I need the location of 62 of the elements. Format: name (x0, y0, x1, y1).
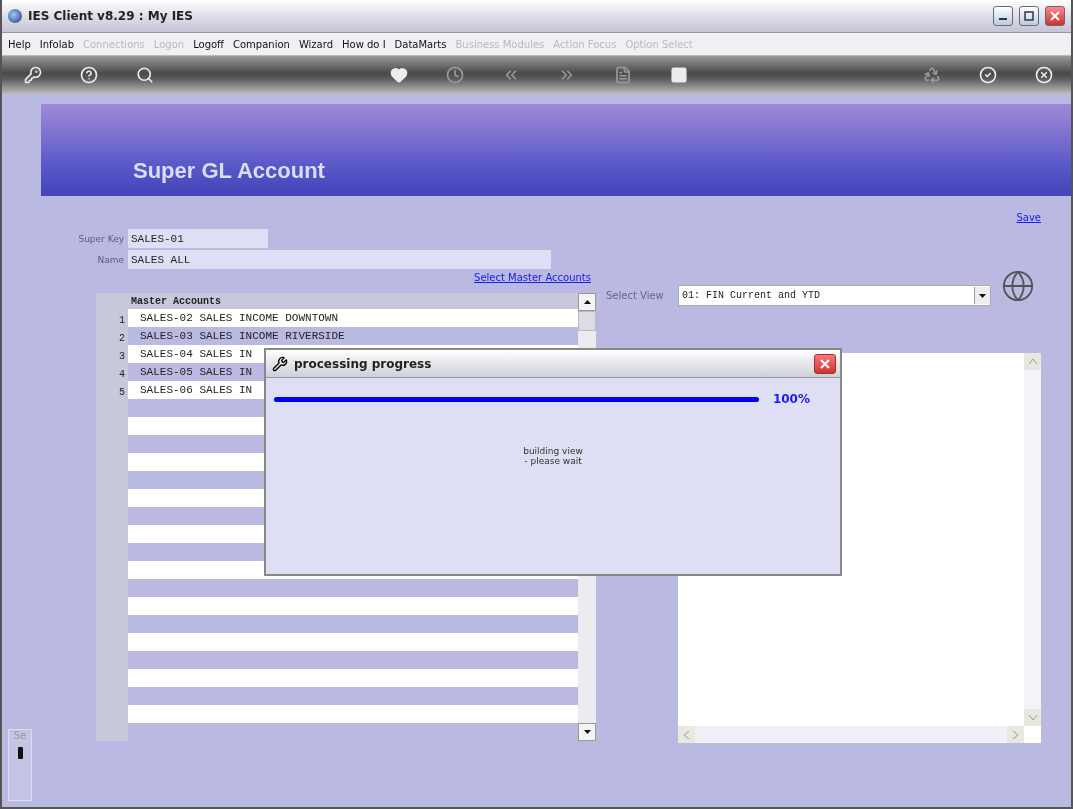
maximize-button[interactable] (1019, 6, 1039, 26)
heart-button[interactable] (389, 66, 408, 84)
globe-icon[interactable] (1001, 268, 1035, 303)
field-label: Name (96, 254, 124, 265)
menu-item[interactable]: Logoff (193, 38, 224, 50)
column-header: Master Accounts (130, 294, 222, 309)
close-icon (820, 358, 830, 369)
page-title: Super GL Account (133, 158, 325, 184)
menu-item[interactable]: How do I (342, 38, 386, 50)
chevron-left-icon (684, 730, 689, 739)
down-triangle-icon (583, 730, 591, 734)
super-key-field[interactable]: SALES-01 (128, 229, 268, 248)
scroll-up-button[interactable] (578, 293, 596, 311)
close-button[interactable] (1045, 6, 1065, 26)
table-cell-text: SALES-02 SALES INCOME DOWNTOWN (139, 312, 339, 324)
row-number: 4 (118, 367, 126, 382)
check-button[interactable] (979, 66, 997, 84)
view-dropdown[interactable]: 01: FIN Current and YTD (678, 285, 991, 306)
table-row[interactable]: SALES-03 SALES INCOME RIVERSIDE (128, 327, 578, 345)
scroll-thumb[interactable] (578, 311, 596, 331)
menu-item[interactable]: Help (8, 38, 31, 50)
scroll-down-button[interactable] (578, 723, 596, 741)
table-cell-text: SALES-05 SALES IN (139, 366, 253, 378)
side-tab-label: Se (13, 730, 27, 741)
chevron-right-icon (1013, 730, 1018, 739)
maximize-icon (1024, 11, 1034, 21)
select-master-accounts-link[interactable]: Select Master Accounts (474, 272, 591, 293)
row-number: 5 (118, 385, 126, 400)
square-button[interactable] (669, 66, 688, 84)
menu-item[interactable]: DataMarts (394, 38, 447, 50)
status-message: - please wait (524, 456, 582, 466)
close-button[interactable] (814, 353, 836, 374)
name-field[interactable]: SALES ALL (128, 250, 551, 269)
row-number: 1 (118, 313, 126, 328)
table-cell-text: SALES-06 SALES IN (139, 384, 253, 396)
field-label: Super Key (77, 233, 124, 244)
up-triangle-icon (583, 300, 591, 304)
menu-item[interactable]: Wizard (298, 38, 333, 50)
table-cell-text: SALES-03 SALES INCOME RIVERSIDE (139, 330, 345, 342)
search-button[interactable] (136, 66, 154, 84)
wrench-icon (272, 355, 288, 372)
help-button[interactable] (80, 66, 98, 84)
row-number: 3 (118, 349, 126, 364)
app-icon (8, 9, 22, 23)
row-number: 2 (118, 331, 126, 346)
table-row[interactable]: SALES-02 SALES INCOME DOWNTOWN (128, 309, 578, 327)
close-icon (1050, 11, 1060, 21)
save-link[interactable]: Save (1016, 212, 1041, 264)
table-cell-text: SALES-04 SALES IN (139, 348, 253, 360)
dialog-title: processing progress (294, 356, 433, 371)
field-label: Select View (606, 290, 665, 301)
chevron-down-icon (1028, 715, 1037, 720)
window-title: IES Client v8.29 : My IES (28, 9, 194, 23)
menu-item[interactable]: Companion (233, 38, 290, 50)
down-triangle-icon (979, 293, 986, 298)
chevron-up-icon (1028, 359, 1037, 364)
status-message: building view (523, 446, 583, 456)
minimize-button[interactable] (993, 6, 1013, 26)
menu-item[interactable]: Infolab (39, 38, 74, 50)
key-button[interactable] (24, 66, 42, 84)
side-tab-icon (17, 747, 23, 759)
progress-percent: 100% (772, 392, 810, 406)
